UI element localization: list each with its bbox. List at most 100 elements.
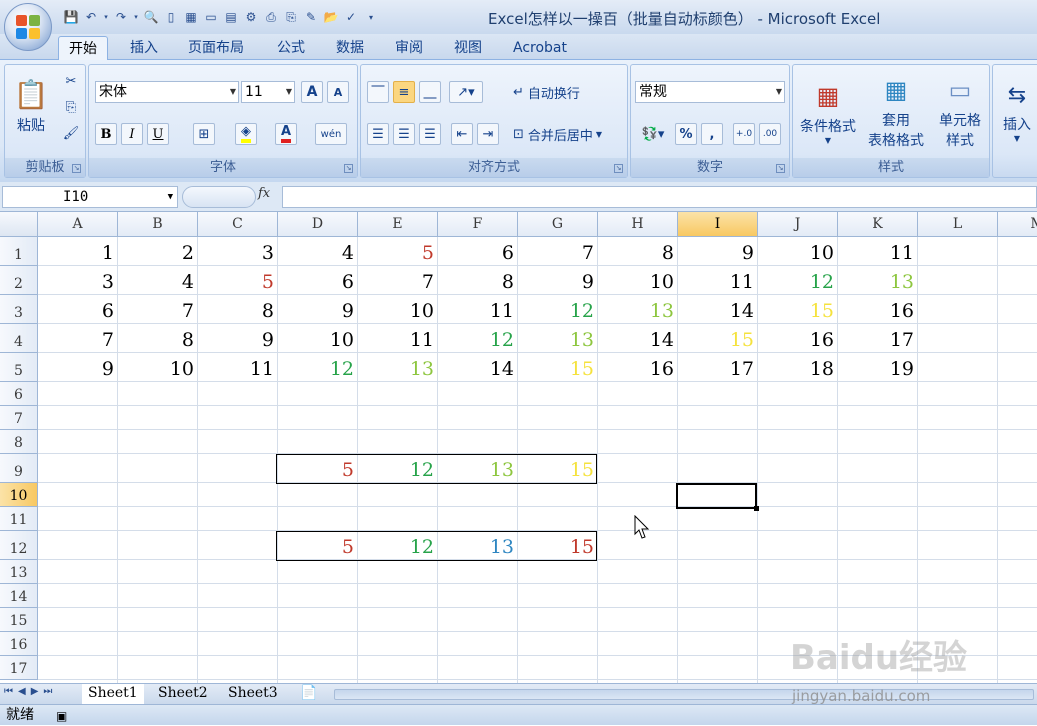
cell-d2[interactable]: 6 [278,271,358,293]
column-header-a[interactable]: A [38,212,118,237]
cell-i3[interactable]: 14 [678,300,758,322]
customize-toolbar-icon[interactable]: ▾ [362,8,380,26]
cell-d1[interactable]: 4 [278,242,358,264]
alignment-launcher-icon[interactable]: ↘ [614,164,623,173]
font-size-select[interactable]: 11 ▼ [241,81,295,103]
open-folder-icon[interactable]: 📂 [322,8,340,26]
cell-e2[interactable]: 7 [358,271,438,293]
row-header-2[interactable]: 2 [0,266,38,295]
office-button[interactable] [4,3,52,51]
cell-c5[interactable]: 11 [198,358,278,380]
cell-h5[interactable]: 16 [598,358,678,380]
cell-b4[interactable]: 8 [118,329,198,351]
cell-f4[interactable]: 12 [438,329,518,351]
cell-j3[interactable]: 15 [758,300,838,322]
cell-e4[interactable]: 11 [358,329,438,351]
row-header-12[interactable]: 12 [0,531,38,560]
cell-a3[interactable]: 6 [38,300,118,322]
row-header-4[interactable]: 4 [0,324,38,353]
cell-e3[interactable]: 10 [358,300,438,322]
cell-i5[interactable]: 17 [678,358,758,380]
cell-c3[interactable]: 8 [198,300,278,322]
tab-insert[interactable]: 插入 [120,36,168,60]
column-header-e[interactable]: E [358,212,438,237]
sheet-tab-3[interactable]: Sheet3 [222,684,284,704]
increase-indent-icon[interactable]: ⇥ [477,123,499,145]
font-name-select[interactable]: 宋体 ▼ [95,81,239,103]
column-header-k[interactable]: K [838,212,918,237]
cell-b2[interactable]: 4 [118,271,198,293]
insert-function-icon[interactable]: fx [258,186,270,201]
tools-icon[interactable]: ⚙ [242,8,260,26]
decrease-decimal-icon[interactable]: .00 [759,123,781,145]
cell-a5[interactable]: 9 [38,358,118,380]
currency-icon[interactable]: 💱▾ [635,123,671,145]
tab-acrobat[interactable]: Acrobat [503,36,577,60]
column-header-c[interactable]: C [198,212,278,237]
row-header-3[interactable]: 3 [0,295,38,324]
new-document-icon[interactable]: ▯ [162,8,180,26]
cell-h1[interactable]: 8 [598,242,678,264]
bold-button[interactable]: B [95,123,117,145]
cell-styles-button[interactable]: ▭ 单元格 样式 [931,73,989,153]
comma-button[interactable]: , [701,123,723,145]
row-header-17[interactable]: 17 [0,656,38,680]
underline-button[interactable]: U [147,123,169,145]
row-header-8[interactable]: 8 [0,430,38,454]
sheet-tab-2[interactable]: Sheet2 [152,684,214,704]
worksheet-grid[interactable]: ABCDEFGHIJKLM 1234567891011121314151617 … [0,212,1037,683]
orientation-icon[interactable]: ↗▾ [449,81,483,103]
cell-d3[interactable]: 9 [278,300,358,322]
cell-f2[interactable]: 8 [438,271,518,293]
sheet-nav-arrows-icon[interactable]: ⏮◀▶⏭ [4,686,57,697]
cell-a2[interactable]: 3 [38,271,118,293]
edit-icon[interactable]: ✎ [302,8,320,26]
clipboard-launcher-icon[interactable]: ↘ [72,164,81,173]
align-center-icon[interactable]: ☰ [393,123,415,145]
fill-color-icon[interactable]: ◈ [235,123,257,145]
align-bottom-icon[interactable]: ⎽ [419,81,441,103]
row-header-6[interactable]: 6 [0,382,38,406]
wrap-text-button[interactable]: ↵ 自动换行 [513,81,580,103]
column-header-j[interactable]: J [758,212,838,237]
active-cell[interactable] [676,483,757,509]
cell-j5[interactable]: 18 [758,358,838,380]
cell-k2[interactable]: 13 [838,271,918,293]
tab-view[interactable]: 视图 [444,36,492,60]
cell-d4[interactable]: 10 [278,329,358,351]
borders-icon[interactable]: ⊞ [193,123,215,145]
undo-dropdown-icon[interactable]: ▾ [102,8,110,26]
cell-k5[interactable]: 19 [838,358,918,380]
formula-bar-splitter[interactable] [182,186,256,208]
insert-sheet-icon[interactable]: 📄 [294,684,323,704]
paste-button[interactable]: 📋 粘贴 [11,71,51,141]
format-as-table-button[interactable]: ▦ 套用 表格格式 [863,73,929,153]
macro-record-icon[interactable]: ▣ [56,706,67,726]
cell-a4[interactable]: 7 [38,329,118,351]
italic-button[interactable]: I [121,123,143,145]
tab-page-layout[interactable]: 页面布局 [178,36,254,60]
cell-k1[interactable]: 11 [838,242,918,264]
percent-button[interactable]: % [675,123,697,145]
cell-j2[interactable]: 12 [758,271,838,293]
formula-input[interactable] [282,186,1037,208]
cell-g2[interactable]: 9 [518,271,598,293]
redo-dropdown-icon[interactable]: ▾ [132,8,140,26]
cell-c4[interactable]: 9 [198,329,278,351]
comment-icon[interactable]: ▭ [202,8,220,26]
format-painter-icon[interactable]: 🖌 [61,123,81,143]
font-color-button[interactable]: A [275,123,297,145]
cell-e1[interactable]: 5 [358,242,438,264]
sheet-tab-1[interactable]: Sheet1 [82,684,144,704]
cell-c2[interactable]: 5 [198,271,278,293]
align-right-icon[interactable]: ☰ [419,123,441,145]
tab-formulas[interactable]: 公式 [267,36,315,60]
column-header-l[interactable]: L [918,212,998,237]
merge-center-button[interactable]: ⊡ 合并后居中 ▼ [513,123,602,145]
cell-g3[interactable]: 12 [518,300,598,322]
phonetic-button[interactable]: wén [315,123,347,145]
column-header-b[interactable]: B [118,212,198,237]
cell-b3[interactable]: 7 [118,300,198,322]
tab-data[interactable]: 数据 [326,36,374,60]
cell-h4[interactable]: 14 [598,329,678,351]
